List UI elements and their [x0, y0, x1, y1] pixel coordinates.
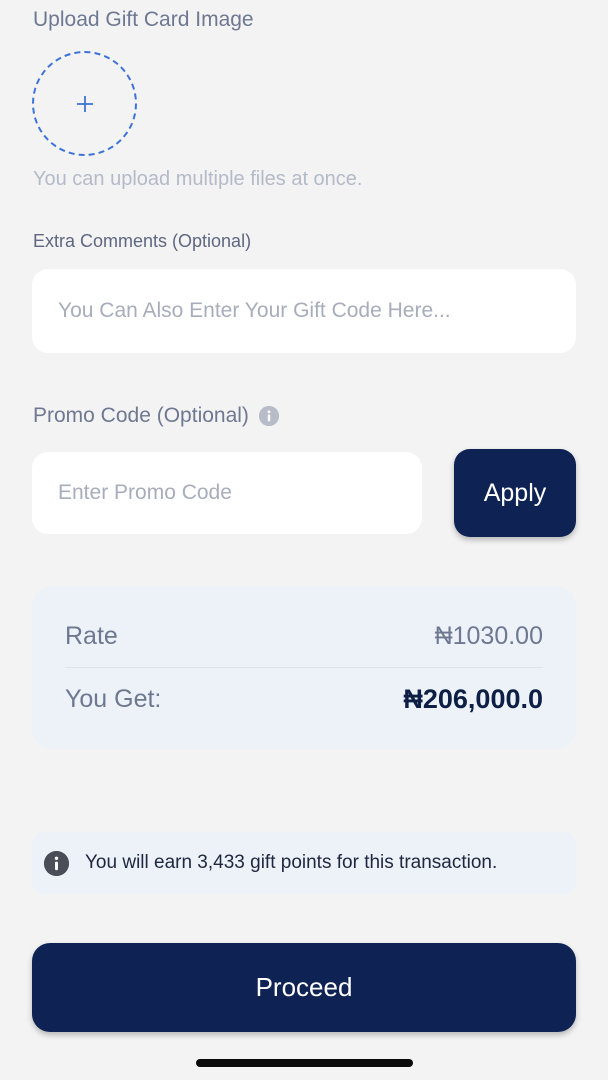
upload-hint-text: You can upload multiple files at once.	[33, 168, 363, 190]
rate-label: Rate	[65, 622, 118, 650]
gift-points-text: You will earn 3,433 gift points for this…	[85, 852, 498, 873]
extra-comments-input[interactable]	[32, 269, 576, 353]
info-icon[interactable]	[258, 406, 279, 426]
you-get-row: You Get: ₦206,000.0	[65, 684, 543, 715]
proceed-button[interactable]: Proceed	[32, 943, 576, 1032]
info-icon	[44, 850, 69, 876]
gift-points-notice: You will earn 3,433 gift points for this…	[32, 832, 576, 894]
apply-promo-button[interactable]: Apply	[454, 449, 576, 537]
promo-code-input[interactable]	[32, 452, 422, 534]
promo-label-row: Promo Code (Optional)	[33, 404, 279, 428]
plus-icon	[76, 95, 93, 112]
you-get-label: You Get:	[65, 685, 162, 713]
home-indicator	[196, 1059, 413, 1067]
you-get-value: ₦206,000.0	[403, 684, 543, 714]
rate-row: Rate ₦1030.00	[65, 622, 543, 651]
promo-code-label: Promo Code (Optional)	[33, 404, 249, 427]
summary-divider	[65, 667, 543, 668]
rate-summary-card: Rate ₦1030.00 You Get: ₦206,000.0	[32, 586, 576, 749]
rate-value: ₦1030.00	[434, 622, 543, 650]
upload-section-title: Upload Gift Card Image	[33, 8, 254, 31]
gift-card-form-screen: Upload Gift Card Image You can upload mu…	[0, 0, 608, 1080]
upload-image-button[interactable]	[32, 51, 137, 156]
extra-comments-label: Extra Comments (Optional)	[33, 231, 252, 251]
